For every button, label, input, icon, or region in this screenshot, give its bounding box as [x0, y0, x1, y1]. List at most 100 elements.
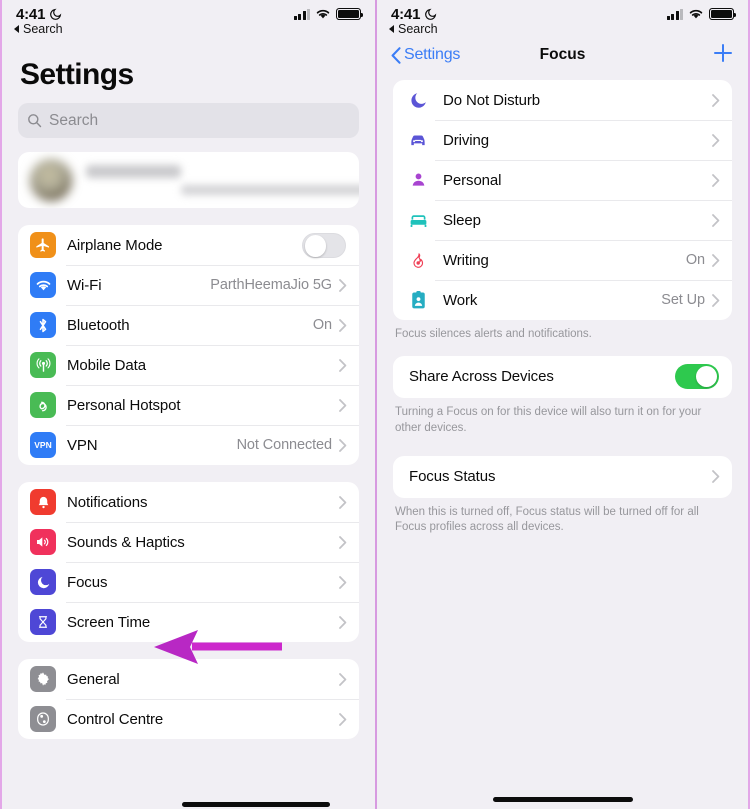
wifi-icon	[689, 9, 703, 19]
share-across-devices-toggle[interactable]	[675, 364, 719, 390]
add-focus-button[interactable]	[712, 42, 734, 69]
settings-row-bluetooth[interactable]: Bluetooth On	[18, 305, 359, 345]
chevron-right-icon	[339, 672, 347, 686]
row-value: ParthHeemaJio 5G	[210, 277, 332, 293]
share-across-devices-footnote: Turning a Focus on for this device will …	[395, 405, 702, 434]
home-indicator	[182, 802, 330, 807]
focus-row-do-not-disturb[interactable]: Do Not Disturb	[393, 80, 732, 120]
status-bar-time-group: 4:41	[16, 6, 62, 23]
row-label: Notifications	[67, 493, 148, 511]
back-to-search-button[interactable]: Search	[377, 22, 748, 36]
status-bar-right: 4:41	[377, 0, 748, 24]
row-value: On	[685, 252, 705, 268]
focus-list-footnote: Focus silences alerts and notifications.	[395, 328, 592, 340]
settings-row-mobile-data[interactable]: Mobile Data	[18, 345, 359, 385]
chevron-right-icon	[339, 615, 347, 629]
page-title: Settings	[20, 58, 134, 91]
focus-row-driving[interactable]: Driving	[393, 120, 732, 160]
chevron-right-icon	[712, 213, 720, 227]
status-bar-left: 4:41	[2, 0, 375, 24]
home-indicator	[492, 797, 633, 802]
settings-group-connectivity: Airplane Mode Wi-Fi ParthHeemaJio 5G Blu…	[18, 225, 359, 465]
search-input[interactable]: Search	[18, 103, 359, 138]
chevron-left-icon	[391, 46, 401, 64]
back-search-label: Search	[398, 22, 438, 36]
status-bar-indicators	[666, 8, 737, 20]
cellular-signal-icon	[293, 8, 310, 20]
focus-row-personal[interactable]: Personal	[393, 160, 732, 200]
settings-row-notifications[interactable]: Notifications	[18, 482, 359, 522]
focus-row-work[interactable]: Work Set Up	[393, 280, 732, 320]
left-phone-settings-screen: 4:41 Search Settings Search Airplane Mod…	[0, 0, 375, 809]
focus-status-card: Focus Status	[393, 455, 732, 498]
moon-icon	[30, 569, 56, 595]
back-triangle-icon	[14, 25, 19, 33]
row-label: Do Not Disturb	[443, 91, 540, 109]
bed-icon	[407, 209, 429, 231]
settings-row-vpn[interactable]: VPN VPN Not Connected	[18, 425, 359, 465]
settings-row-control-centre[interactable]: Control Centre	[18, 699, 359, 739]
focus-status-row[interactable]: Focus Status	[393, 456, 732, 498]
row-label: Mobile Data	[67, 356, 146, 374]
airplane-icon	[30, 232, 56, 258]
chevron-right-icon	[712, 470, 720, 483]
row-value: On	[312, 317, 332, 333]
bell-icon	[30, 489, 56, 515]
focus-status-footnote: When this is turned off, Focus status wi…	[395, 505, 699, 534]
settings-row-personal-hotspot[interactable]: Personal Hotspot	[18, 385, 359, 425]
focus-profiles-card: Do Not Disturb Driving Personal Sleep Wr…	[393, 80, 732, 320]
row-label: VPN	[67, 436, 98, 454]
settings-row-airplane-mode[interactable]: Airplane Mode	[18, 225, 359, 265]
gear-icon	[30, 666, 56, 692]
navigation-bar: Settings Focus	[377, 38, 748, 72]
focus-row-sleep[interactable]: Sleep	[393, 200, 732, 240]
row-label: Driving	[443, 131, 489, 149]
cellular-tower-icon	[30, 352, 56, 378]
row-label: Personal Hotspot	[67, 396, 181, 414]
row-label: Focus	[67, 573, 108, 591]
chevron-right-icon	[712, 93, 720, 107]
row-label: Writing	[443, 251, 489, 269]
row-label: Control Centre	[67, 710, 164, 728]
share-across-devices-row[interactable]: Share Across Devices	[393, 356, 732, 398]
chevron-right-icon	[339, 438, 347, 452]
apple-id-account-row[interactable]	[18, 152, 359, 208]
focus-row-writing[interactable]: Writing On	[393, 240, 732, 280]
settings-group-general: General Control Centre	[18, 659, 359, 739]
settings-group-notifications: Notifications Sounds & Haptics Focus Scr…	[18, 482, 359, 642]
hotspot-link-icon	[30, 392, 56, 418]
chevron-right-icon	[339, 398, 347, 412]
settings-row-screen-time[interactable]: Screen Time	[18, 602, 359, 642]
row-label: Share Across Devices	[409, 368, 554, 386]
dual-phone-screenshot: 4:41 Search Settings Search Airplane Mod…	[0, 0, 750, 809]
settings-row-wifi[interactable]: Wi-Fi ParthHeemaJio 5G	[18, 265, 359, 305]
chevron-right-icon	[712, 253, 720, 267]
battery-full-icon	[336, 8, 364, 20]
row-label: Work	[443, 291, 478, 309]
moon-focus-icon	[50, 8, 62, 20]
chevron-right-icon	[339, 358, 347, 372]
hourglass-icon	[30, 609, 56, 635]
chevron-right-icon	[712, 293, 720, 307]
person-icon	[407, 169, 429, 191]
back-to-settings-button[interactable]: Settings	[391, 46, 460, 64]
settings-row-focus[interactable]: Focus	[18, 562, 359, 602]
row-value: Not Connected	[236, 437, 333, 453]
cellular-signal-icon	[666, 8, 683, 20]
speaker-icon	[30, 529, 56, 555]
battery-full-icon	[709, 8, 737, 20]
account-card[interactable]	[18, 152, 359, 208]
row-value: Set Up	[661, 292, 705, 308]
chevron-right-icon	[339, 535, 347, 549]
moon-icon	[407, 89, 429, 111]
settings-row-sounds-haptics[interactable]: Sounds & Haptics	[18, 522, 359, 562]
airplane-mode-toggle[interactable]	[302, 232, 346, 258]
row-label: Personal	[443, 171, 502, 189]
settings-row-general[interactable]: General	[18, 659, 359, 699]
chevron-right-icon	[339, 575, 347, 589]
car-icon	[407, 129, 429, 151]
row-label: Airplane Mode	[67, 236, 163, 254]
back-to-search-button[interactable]: Search	[2, 22, 375, 36]
search-placeholder: Search	[49, 111, 99, 129]
flame-icon	[407, 249, 429, 271]
